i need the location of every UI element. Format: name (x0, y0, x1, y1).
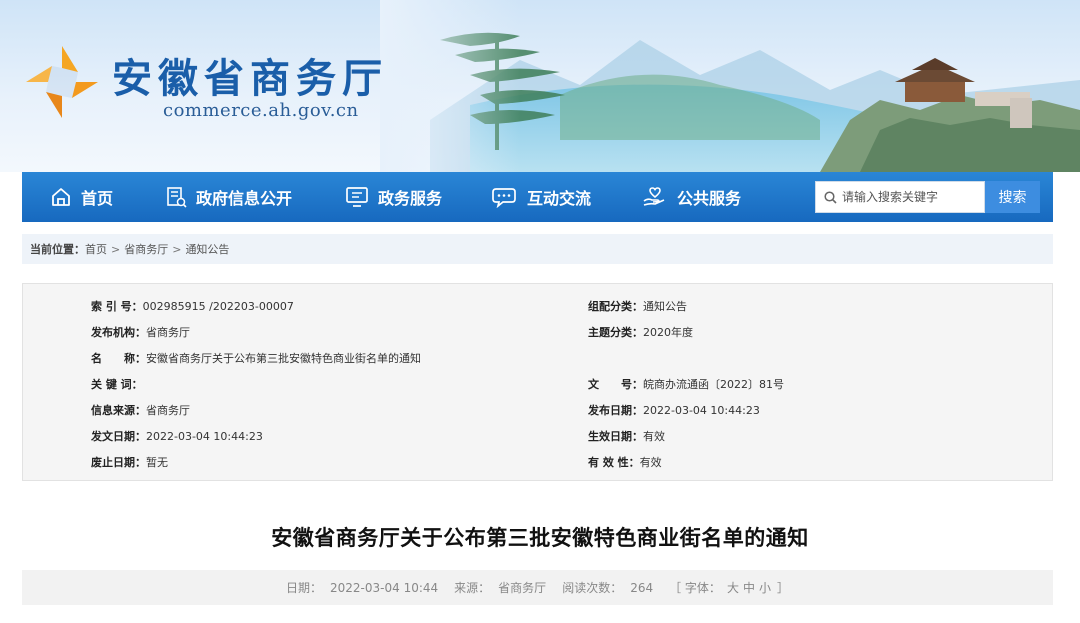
font-size-medium-button[interactable]: 中 (743, 581, 755, 595)
meta-index-number: 索 引 号：002985915 /202203-00007 (91, 300, 294, 313)
article-date: 日期： 2022-03-04 10:44 (286, 581, 439, 595)
meta-issue-date: 发文日期：2022-03-04 10:44:23 (91, 430, 263, 443)
meta-topic: 主题分类：2020年度 (588, 326, 693, 339)
article-views: 阅读次数： 264 (562, 581, 654, 595)
document-list-icon (167, 187, 187, 208)
font-size-selector: ［ 字体：大中小 ］ (669, 581, 789, 595)
nav-item-label: 首页 (81, 189, 114, 208)
breadcrumb-separator: > (172, 242, 182, 256)
meta-validity: 有 效 性：有效 (588, 456, 662, 469)
nav-item-gov-services[interactable]: 政务服务 (345, 172, 442, 222)
site-title: 安徽省商务厅 (112, 56, 388, 102)
header-banner: 安徽省商务厅 commerce.ah.gov.cn (0, 0, 1080, 172)
meta-effective-date: 生效日期：有效 (588, 430, 665, 443)
breadcrumb-label: 当前位置： (30, 243, 85, 256)
nav-item-label: 公共服务 (677, 189, 742, 208)
meta-publish-date: 发布日期：2022-03-04 10:44:23 (588, 404, 760, 417)
breadcrumb-separator: > (111, 242, 121, 256)
breadcrumb-link-department[interactable]: 省商务厅 (124, 241, 168, 257)
meta-source: 信息来源：省商务厅 (91, 404, 190, 417)
meta-category: 组配分类：通知公告 (588, 300, 687, 313)
meta-keywords: 关 键 词： (91, 378, 143, 391)
main-nav: 首页 政府信息公开 政务服务 互动交流 公共服务 请输入搜索关键字 搜索 (22, 172, 1053, 222)
font-size-large-button[interactable]: 大 (727, 581, 739, 595)
search-button[interactable]: 搜索 (985, 181, 1040, 213)
site-domain: commerce.ah.gov.cn (163, 100, 359, 121)
document-metadata: 索 引 号：002985915 /202203-00007 发布机构：省商务厅 … (22, 283, 1053, 481)
meta-name: 名 称：安徽省商务厅关于公布第三批安徽特色商业街名单的通知 (91, 352, 421, 365)
nav-item-interaction[interactable]: 互动交流 (492, 172, 591, 222)
article-source: 来源： 省商务厅 (454, 581, 547, 595)
monitor-icon (346, 187, 368, 207)
search-box (815, 181, 985, 213)
nav-item-label: 政府信息公开 (196, 189, 293, 208)
nav-item-label: 互动交流 (527, 189, 592, 208)
breadcrumb-link-home[interactable]: 首页 (85, 241, 107, 257)
font-size-small-button[interactable]: 小 (759, 581, 771, 595)
meta-document-number: 文 号：皖商办流通函〔2022〕81号 (588, 378, 784, 391)
chat-bubble-icon (492, 188, 516, 208)
nav-item-public-services[interactable]: 公共服务 (642, 172, 741, 222)
nav-item-gov-info[interactable]: 政府信息公开 (165, 172, 292, 222)
article-info-bar: 日期： 2022-03-04 10:44 来源： 省商务厅 阅读次数： 264 ［ 字… (22, 570, 1053, 605)
breadcrumb: 当前位置： 首页 > 省商务厅 > 通知公告 (22, 234, 1053, 264)
home-icon (52, 188, 70, 206)
meta-expiry-date: 废止日期：暂无 (91, 456, 168, 469)
nav-item-home[interactable]: 首页 (50, 172, 113, 222)
breadcrumb-link-notices[interactable]: 通知公告 (185, 241, 229, 257)
search-icon (824, 190, 837, 204)
logo-icon (26, 46, 98, 118)
hand-heart-icon (643, 187, 665, 206)
nav-item-label: 政务服务 (378, 189, 443, 208)
search-input[interactable] (842, 190, 982, 204)
article-title: 安徽省商务厅关于公布第三批安徽特色商业街名单的通知 (271, 526, 809, 550)
meta-publisher: 发布机构：省商务厅 (91, 326, 190, 339)
